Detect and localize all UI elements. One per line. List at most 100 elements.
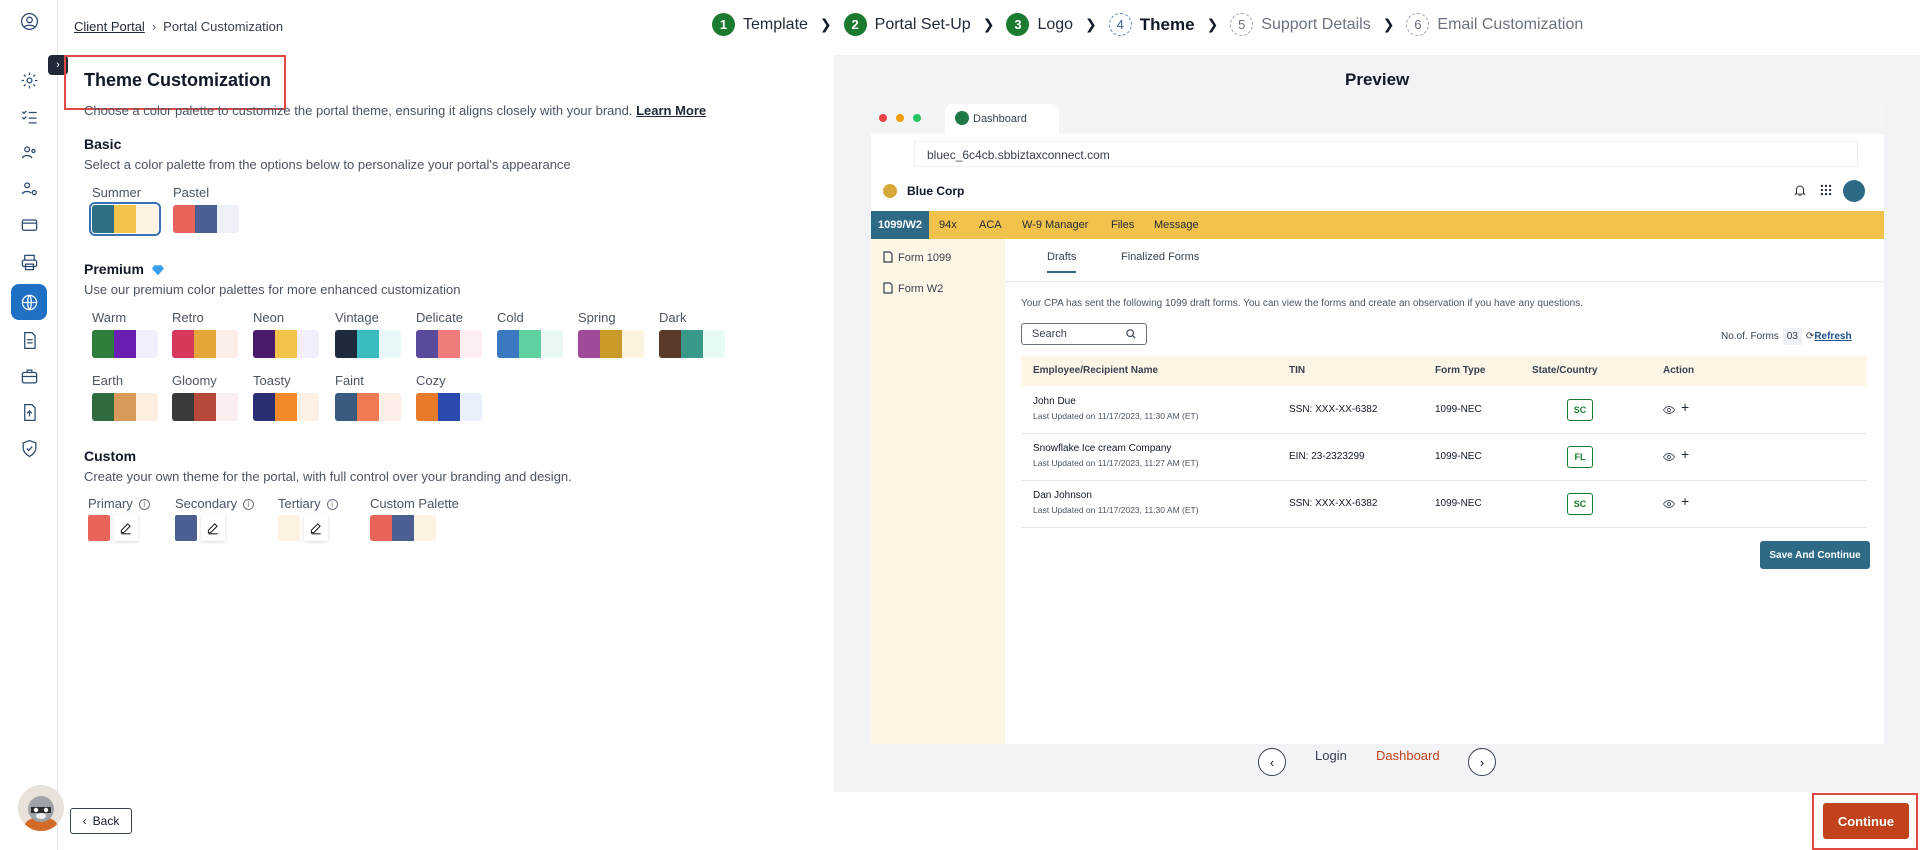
step-theme[interactable]: 4 Theme (1108, 13, 1195, 36)
preview-page-dashboard[interactable]: Dashboard (1376, 748, 1440, 763)
premium-palette-spring[interactable]: Spring (578, 310, 644, 358)
tertiary-color-picker[interactable] (278, 515, 328, 541)
palette-swatch[interactable] (172, 393, 238, 421)
assistant-avatar[interactable] (18, 785, 64, 831)
add-observation-icon: + (1681, 399, 1690, 415)
basic-palette-pastel[interactable]: Pastel (173, 185, 239, 233)
tab-finalized-forms: Finalized Forms (1121, 251, 1200, 263)
palette-color (703, 330, 725, 358)
info-icon[interactable]: i (243, 499, 255, 511)
palette-name: Cozy (416, 373, 446, 388)
refresh-link: Refresh (1814, 331, 1852, 342)
palette-swatch[interactable] (173, 205, 239, 233)
premium-palette-cozy[interactable]: Cozy (416, 373, 482, 421)
palette-swatch[interactable] (335, 330, 401, 358)
palette-swatch[interactable] (578, 330, 644, 358)
step-support-details[interactable]: 5 Support Details (1230, 13, 1371, 36)
primary-color-picker[interactable] (88, 515, 138, 541)
user-circle-icon[interactable] (14, 6, 44, 36)
browser-mockup: Dashboard bluec_6c4cb.sbbiztaxconnect.co… (871, 104, 1884, 744)
premium-palette-warm[interactable]: Warm (92, 310, 158, 358)
step-portal-setup[interactable]: 2 Portal Set-Up (843, 13, 971, 36)
user-settings-icon[interactable] (14, 173, 44, 203)
preview-next-button[interactable]: › (1468, 748, 1496, 776)
premium-palette-retro[interactable]: Retro (172, 310, 238, 358)
premium-palette-toasty[interactable]: Toasty (253, 373, 319, 421)
palette-color (216, 393, 238, 421)
palette-color (681, 330, 703, 358)
palette-swatch[interactable] (92, 330, 158, 358)
profile-avatar-icon (1843, 180, 1865, 202)
edit-pencil-icon[interactable] (114, 515, 138, 541)
palette-name: Spring (578, 310, 616, 325)
printer-icon[interactable] (14, 247, 44, 277)
basic-palette-summer[interactable]: Summer (89, 185, 161, 236)
palette-name: Summer (92, 185, 142, 200)
document-icon[interactable] (14, 325, 44, 355)
shield-check-icon[interactable] (14, 433, 44, 463)
premium-palette-cold[interactable]: Cold (497, 310, 563, 358)
add-observation-icon: + (1681, 493, 1690, 509)
checklist-icon[interactable] (14, 101, 44, 131)
palette-swatch[interactable] (253, 330, 319, 358)
palette-swatch[interactable] (416, 393, 482, 421)
file-upload-icon[interactable] (14, 397, 44, 427)
palette-swatch[interactable] (172, 330, 238, 358)
premium-palette-faint[interactable]: Faint (335, 373, 401, 421)
step-email-customization[interactable]: 6 Email Customization (1406, 13, 1583, 36)
preview-prev-button[interactable]: ‹ (1258, 748, 1286, 776)
palette-swatch[interactable] (92, 393, 158, 421)
palette-name: Vintage (335, 310, 379, 325)
palette-swatch[interactable] (497, 330, 563, 358)
state-badge: SC (1567, 399, 1593, 421)
briefcase-icon[interactable] (14, 361, 44, 391)
premium-palette-delicate[interactable]: Delicate (416, 310, 482, 358)
premium-palette-neon[interactable]: Neon (253, 310, 319, 358)
premium-palette-dark[interactable]: Dark (659, 310, 725, 358)
breadcrumb-client-portal[interactable]: Client Portal (74, 19, 145, 34)
continue-button[interactable]: Continue (1823, 803, 1909, 839)
nav-tab-1099-w2: 1099/W2 (871, 211, 930, 239)
learn-more-link[interactable]: Learn More (636, 103, 706, 118)
palette-swatch[interactable] (659, 330, 725, 358)
edit-pencil-icon[interactable] (201, 515, 225, 541)
premium-palette-gloomy[interactable]: Gloomy (172, 373, 238, 421)
edit-pencil-icon[interactable] (304, 515, 328, 541)
state-badge: FL (1567, 446, 1593, 468)
side-item-form-1099: Form 1099 (883, 251, 951, 264)
palette-swatch[interactable] (335, 393, 401, 421)
chevron-right-icon: ❯ (1085, 16, 1097, 32)
globe-icon[interactable] (11, 284, 47, 320)
info-icon[interactable]: i (138, 499, 150, 511)
window-minimize-dot (896, 114, 904, 122)
secondary-color-picker[interactable] (175, 515, 225, 541)
palette-swatch[interactable] (89, 202, 161, 236)
starbucks-logo-icon (955, 111, 969, 125)
settings-gear-icon[interactable] (14, 65, 44, 95)
primary-color-swatch (88, 515, 110, 541)
premium-description: Use our premium color palettes for more … (84, 282, 461, 297)
step-logo[interactable]: 3 Logo (1006, 13, 1073, 36)
palette-color (92, 393, 114, 421)
palette-color (541, 330, 563, 358)
palette-name: Gloomy (172, 373, 217, 388)
custom-palette-tertiary (414, 515, 436, 541)
side-item-form-w2: Form W2 (883, 282, 943, 295)
nav-tab-message: Message (1154, 219, 1199, 231)
premium-palette-earth[interactable]: Earth (92, 373, 158, 421)
users-icon[interactable] (14, 137, 44, 167)
palette-name: Delicate (416, 310, 463, 325)
save-and-continue-button: Save And Continue (1760, 541, 1870, 569)
billing-card-icon[interactable] (14, 210, 44, 240)
chevron-right-icon: ❯ (982, 16, 995, 32)
back-button[interactable]: ‹ Back (70, 808, 132, 834)
palette-swatch[interactable] (416, 330, 482, 358)
preview-page-login[interactable]: Login (1315, 748, 1347, 763)
palette-swatch[interactable] (253, 393, 319, 421)
step-template[interactable]: 1 Template (712, 13, 808, 36)
palette-color (416, 393, 438, 421)
premium-palette-vintage[interactable]: Vintage (335, 310, 401, 358)
info-icon[interactable]: i (326, 499, 338, 511)
chevron-right-icon: ❯ (819, 16, 832, 32)
palette-color (416, 330, 438, 358)
